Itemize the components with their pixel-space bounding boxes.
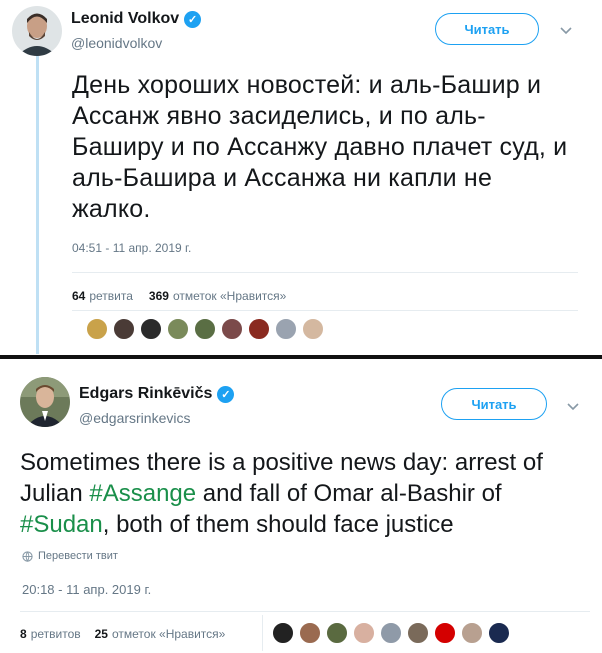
author-handle[interactable]: @leonidvolkov <box>71 35 162 51</box>
liker-avatar[interactable] <box>113 318 135 340</box>
retweets-count[interactable]: 64 <box>72 289 85 303</box>
hashtag-link[interactable]: #Sudan <box>20 511 103 538</box>
chevron-down-icon[interactable] <box>565 399 581 415</box>
retweets-label[interactable]: ретвита <box>89 289 133 303</box>
author-name[interactable]: Leonid Volkov <box>71 10 179 28</box>
liker-avatar[interactable] <box>434 622 456 644</box>
screenshot-divider <box>0 355 602 359</box>
author-name-row[interactable]: Leonid Volkov ✓ <box>71 10 202 28</box>
likes-label[interactable]: отметок «Нравится» <box>173 289 286 303</box>
divider <box>72 310 578 311</box>
globe-icon <box>22 550 33 562</box>
liker-avatars <box>86 318 324 340</box>
hashtag-link[interactable]: #Assange <box>89 480 196 507</box>
tweet-text-part: , both of them should face justice <box>102 511 454 538</box>
author-handle[interactable]: @edgarsrinkevics <box>79 410 190 426</box>
likes-count[interactable]: 369 <box>149 289 169 303</box>
liker-avatar[interactable] <box>194 318 216 340</box>
likes-count[interactable]: 25 <box>95 627 108 641</box>
liker-avatar[interactable] <box>302 318 324 340</box>
follow-button[interactable]: Читать <box>435 13 539 45</box>
avatar[interactable] <box>12 6 62 56</box>
liker-avatar[interactable] <box>461 622 483 644</box>
liker-avatar[interactable] <box>272 622 294 644</box>
liker-avatar[interactable] <box>86 318 108 340</box>
author-name[interactable]: Edgars Rinkēvičs <box>79 385 212 403</box>
verified-badge-icon: ✓ <box>217 385 235 403</box>
liker-avatar[interactable] <box>167 318 189 340</box>
liker-avatar[interactable] <box>221 318 243 340</box>
tweet-timestamp[interactable]: 20:18 - 11 апр. 2019 г. <box>22 582 151 597</box>
avatar[interactable] <box>20 377 70 427</box>
tweet-timestamp[interactable]: 04:51 - 11 апр. 2019 г. <box>72 241 191 255</box>
liker-avatar[interactable] <box>353 622 375 644</box>
liker-avatar[interactable] <box>248 318 270 340</box>
retweets-label[interactable]: ретвитов <box>31 627 81 641</box>
follow-button[interactable]: Читать <box>441 388 547 420</box>
translate-label[interactable]: Перевести твит <box>38 550 118 562</box>
liker-avatar[interactable] <box>407 622 429 644</box>
tweet-leonid-volkov: Leonid Volkov ✓ @leonidvolkov Читать Ден… <box>0 0 602 356</box>
translate-tweet-link[interactable]: Перевести твит <box>22 550 118 562</box>
tweet-text: Sometimes there is a positive news day: … <box>20 447 590 540</box>
verified-badge-icon: ✓ <box>184 10 202 28</box>
retweets-count[interactable]: 8 <box>20 627 27 641</box>
tweet-text-part: and fall of Omar al-Bashir of <box>196 480 502 507</box>
liker-avatar[interactable] <box>140 318 162 340</box>
liker-avatar[interactable] <box>488 622 510 644</box>
author-name-row[interactable]: Edgars Rinkēvičs ✓ <box>79 385 235 403</box>
stats-separator <box>262 615 263 651</box>
chevron-down-icon[interactable] <box>558 23 574 39</box>
liker-avatar[interactable] <box>380 622 402 644</box>
liker-avatar[interactable] <box>275 318 297 340</box>
tweet-text: День хороших новостей: и аль-Башир и Асс… <box>72 71 568 223</box>
liker-avatar[interactable] <box>299 622 321 644</box>
thread-line <box>36 54 39 354</box>
tweet-stats: 8 ретвитов 25 отметок «Нравится» <box>20 627 225 641</box>
divider <box>20 611 590 612</box>
likes-label[interactable]: отметок «Нравится» <box>112 627 225 641</box>
divider <box>72 272 578 273</box>
liker-avatar[interactable] <box>326 622 348 644</box>
tweet-stats: 64 ретвита 369 отметок «Нравится» <box>72 289 286 303</box>
liker-avatars <box>272 622 510 644</box>
